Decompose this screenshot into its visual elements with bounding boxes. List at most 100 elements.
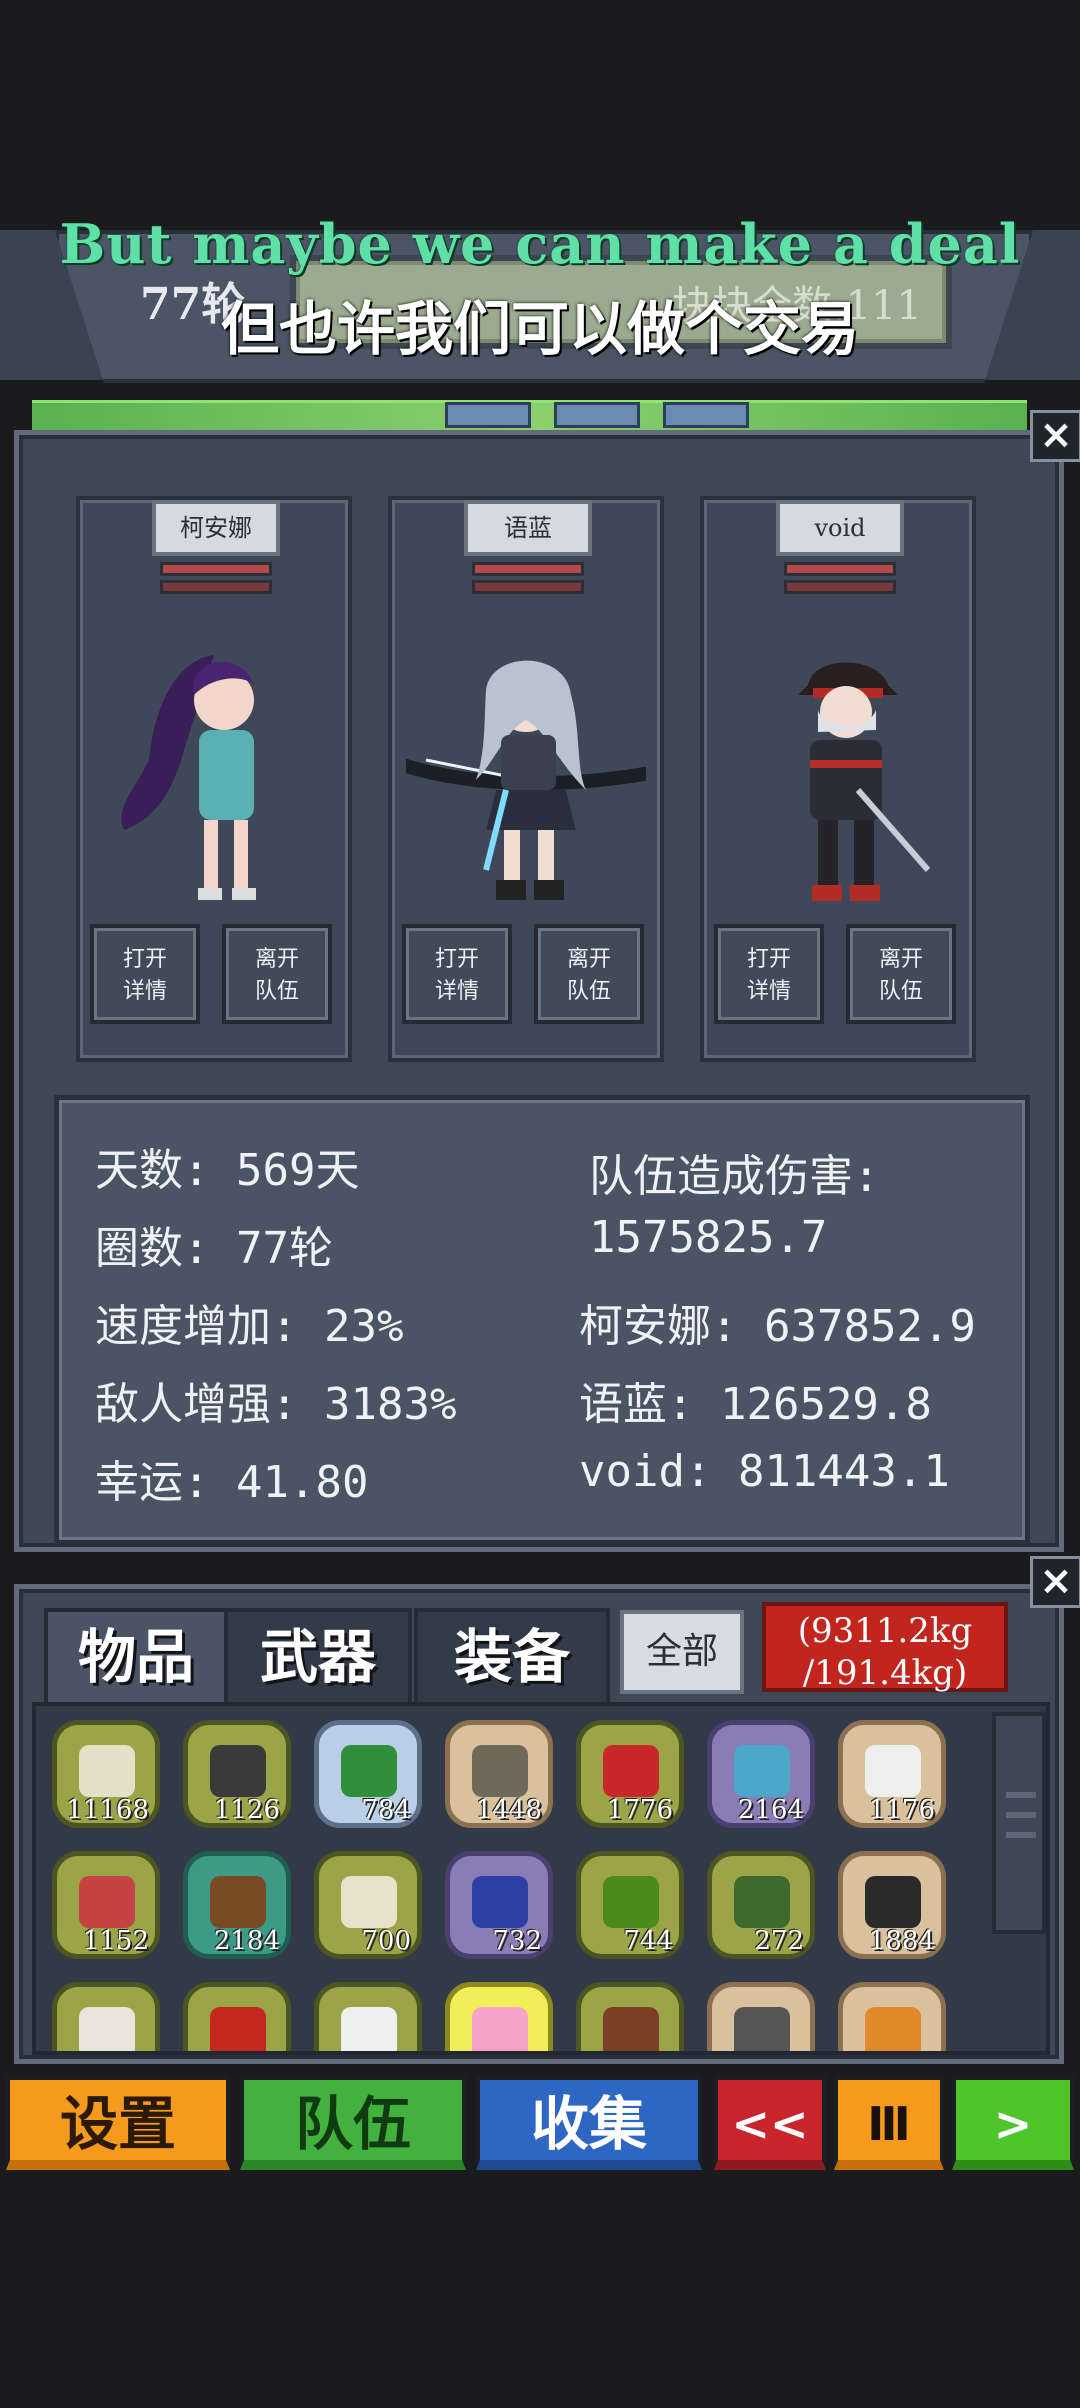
character-name: 语蓝 xyxy=(464,500,592,556)
subtitle-chinese: 但也许我们可以做个交易 xyxy=(220,295,859,363)
inventory-item-slot[interactable]: 1176 xyxy=(838,1720,946,1828)
character-card-1: 柯安娜 打开 详情 离开 队伍 xyxy=(76,496,352,1062)
character-sprite-3 xyxy=(798,662,931,901)
stat-enemy-boost: 敌人增强: 3183% xyxy=(95,1379,457,1430)
open-details-label-2: 详情 xyxy=(122,979,167,1004)
leave-team-label-1: 离开 xyxy=(566,947,611,972)
inventory-item-slot[interactable]: 732 xyxy=(445,1851,553,1959)
pause-button[interactable]: Ⅲ xyxy=(834,2076,944,2170)
apple-icon xyxy=(603,1876,659,1928)
shirt-icon xyxy=(734,1745,790,1797)
bread-icon xyxy=(865,2007,921,2051)
inventory-item-slot[interactable] xyxy=(183,1982,291,2051)
wood-log-icon xyxy=(210,1876,266,1928)
rewind-button[interactable]: << xyxy=(714,2076,826,2170)
open-details-label-2: 详情 xyxy=(746,979,791,1004)
tab-items[interactable]: 物品 xyxy=(44,1608,228,1708)
tab-equipment[interactable]: 装备 xyxy=(414,1608,610,1708)
leave-team-label-2: 队伍 xyxy=(254,979,299,1004)
inventory-item-slot[interactable]: 1448 xyxy=(445,1720,553,1828)
inventory-item-slot[interactable]: 744 xyxy=(576,1851,684,1959)
open-details-button[interactable]: 打开 详情 xyxy=(90,924,200,1024)
stat-damage-total: 1575825.7 xyxy=(589,1212,828,1263)
inventory-item-slot[interactable]: 700 xyxy=(314,1851,422,1959)
character-name: 柯安娜 xyxy=(152,500,280,556)
weight-indicator: (9311.2kg /191.4kg) xyxy=(762,1602,1008,1693)
hp-bar xyxy=(472,562,584,576)
inventory-item-slot[interactable]: 1126 xyxy=(183,1720,291,1828)
subtitle-english: But maybe we can make a deal xyxy=(59,212,1021,276)
item-count: 700 xyxy=(361,1926,411,1956)
inventory-scrollbar[interactable] xyxy=(992,1712,1046,1934)
stat-rounds: 圈数: 77轮 xyxy=(95,1223,333,1274)
character-sprite-2 xyxy=(406,660,646,900)
inventory-item-slot[interactable]: 2184 xyxy=(183,1851,291,1959)
egg-icon xyxy=(341,1876,397,1928)
inventory-item-slot[interactable] xyxy=(314,1982,422,2051)
item-count: 732 xyxy=(492,1926,542,1956)
inventory-item-slot[interactable]: 1884 xyxy=(838,1851,946,1959)
circuit-board-icon xyxy=(341,1745,397,1797)
item-count: 1884 xyxy=(868,1926,935,1956)
item-count: 1126 xyxy=(213,1795,280,1825)
hp-bar xyxy=(784,562,896,576)
medkit-icon xyxy=(865,1745,921,1797)
stat-days: 天数: 569天 xyxy=(95,1145,360,1196)
filter-all-button[interactable]: 全部 xyxy=(620,1610,744,1694)
inventory-item-slot[interactable] xyxy=(445,1982,553,2051)
stat-damage-member-2: 语蓝: 126529.8 xyxy=(579,1379,932,1430)
inventory-item-slot[interactable]: 272 xyxy=(707,1851,815,1959)
leave-team-button[interactable]: 离开 队伍 xyxy=(534,924,644,1024)
stat-damage-member-1: 柯安娜: 637852.9 xyxy=(579,1301,976,1352)
rocket-icon xyxy=(472,1876,528,1928)
weight-current: (9311.2kg xyxy=(797,1611,973,1651)
character-sprite-1 xyxy=(121,655,256,900)
leave-team-button[interactable]: 离开 队伍 xyxy=(222,924,332,1024)
stone-icon xyxy=(472,1745,528,1797)
strip-slot xyxy=(554,402,641,428)
close-team-panel-button[interactable]: × xyxy=(1030,410,1080,462)
close-icon: × xyxy=(1039,412,1073,458)
item-count: 1776 xyxy=(606,1795,673,1825)
item-count: 2184 xyxy=(213,1926,280,1956)
item-count: 744 xyxy=(623,1926,673,1956)
open-details-label-1: 打开 xyxy=(434,947,479,972)
inventory-item-slot[interactable] xyxy=(576,1982,684,2051)
leave-team-label-1: 离开 xyxy=(254,947,299,972)
play-button[interactable]: > xyxy=(952,2076,1074,2170)
inventory-item-slot[interactable] xyxy=(838,1982,946,2051)
rope-icon xyxy=(865,1876,921,1928)
character-card-3: void 打开 详情 离开 队伍 xyxy=(700,496,976,1062)
close-icon: × xyxy=(1039,1558,1073,1604)
character-name: void xyxy=(776,500,904,556)
flour-icon xyxy=(341,2007,397,2051)
boots-icon xyxy=(210,1745,266,1797)
scrollbar-thumb[interactable] xyxy=(1000,1786,1038,1850)
stat-luck: 幸运: 41.80 xyxy=(95,1457,369,1508)
hp-bar-secondary xyxy=(472,580,584,594)
raw-meat-icon xyxy=(79,1876,135,1928)
settings-button[interactable]: 设置 xyxy=(6,2076,230,2170)
inventory-item-slot[interactable]: 2164 xyxy=(707,1720,815,1828)
team-button[interactable]: 队伍 xyxy=(240,2076,466,2170)
tab-weapons[interactable]: 武器 xyxy=(224,1608,412,1708)
item-count: 784 xyxy=(361,1795,411,1825)
inventory-item-slot[interactable]: 784 xyxy=(314,1720,422,1828)
open-details-button[interactable]: 打开 详情 xyxy=(714,924,824,1024)
close-inventory-button[interactable]: × xyxy=(1030,1556,1080,1608)
strip-slot xyxy=(663,402,750,428)
inventory-item-slot[interactable] xyxy=(52,1982,160,2051)
inventory-item-slot[interactable]: 1776 xyxy=(576,1720,684,1828)
hp-bar-secondary xyxy=(160,580,272,594)
open-details-button[interactable]: 打开 详情 xyxy=(402,924,512,1024)
inventory-item-slot[interactable]: 11168 xyxy=(52,1720,160,1828)
stat-damage-title: 队伍造成伤害: xyxy=(589,1151,880,1202)
inventory-item-slot[interactable] xyxy=(707,1982,815,2051)
stat-speed: 速度增加: 23% xyxy=(95,1301,404,1352)
inventory-item-slot[interactable]: 1152 xyxy=(52,1851,160,1959)
leave-team-button[interactable]: 离开 队伍 xyxy=(846,924,956,1024)
hp-bar-secondary xyxy=(784,580,896,594)
chili-icon xyxy=(210,2007,266,2051)
item-count: 272 xyxy=(754,1926,804,1956)
collect-button[interactable]: 收集 xyxy=(476,2076,702,2170)
